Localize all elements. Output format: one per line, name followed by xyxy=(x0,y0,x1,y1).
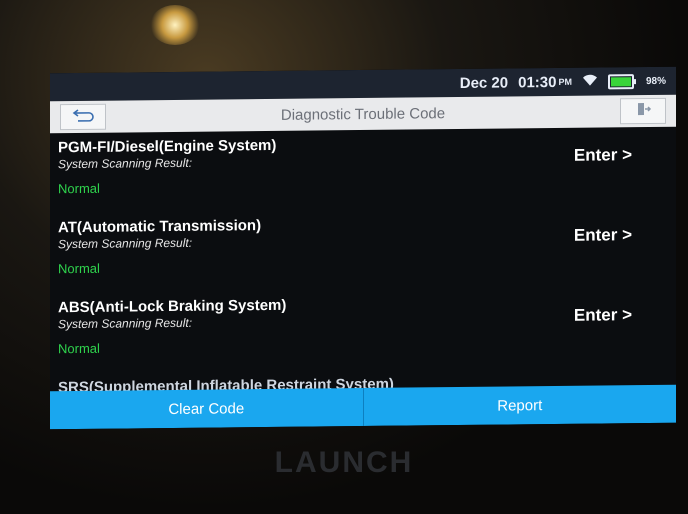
status-ampm: PM xyxy=(558,76,572,87)
wifi-icon xyxy=(582,74,598,90)
device-screen: Dec 20 01:30 PM 98% Diagnostic Trouble C… xyxy=(50,66,676,430)
clear-code-button[interactable]: Clear Code xyxy=(50,387,364,430)
system-item-engine[interactable]: PGM-FI/Diesel(Engine System) System Scan… xyxy=(58,127,676,213)
action-bar: Clear Code Report xyxy=(50,384,676,430)
battery-percent: 98% xyxy=(645,75,666,87)
scan-result-status: Normal xyxy=(58,260,100,277)
exit-icon xyxy=(635,100,652,121)
back-arrow-icon xyxy=(72,107,94,126)
light-glare xyxy=(150,5,200,45)
back-button[interactable] xyxy=(60,103,106,131)
status-date: Dec 20 xyxy=(459,73,509,92)
status-time: 01:30 xyxy=(518,73,557,91)
enter-button[interactable]: Enter > xyxy=(574,305,632,326)
battery-icon xyxy=(607,73,634,89)
enter-button[interactable]: Enter > xyxy=(574,145,632,166)
exit-button[interactable] xyxy=(620,97,666,125)
report-button[interactable]: Report xyxy=(363,384,676,426)
enter-button[interactable]: Enter > xyxy=(574,225,632,246)
system-item-abs[interactable]: ABS(Anti-Lock Braking System) System Sca… xyxy=(58,287,676,373)
system-item-transmission[interactable]: AT(Automatic Transmission) System Scanni… xyxy=(58,207,676,293)
system-list: PGM-FI/Diesel(Engine System) System Scan… xyxy=(50,127,676,430)
scan-result-status: Normal xyxy=(58,180,100,197)
page-title: Diagnostic Trouble Code xyxy=(280,104,446,124)
scan-result-status: Normal xyxy=(58,340,100,357)
device-brand-logo: LAUNCH xyxy=(274,446,414,479)
